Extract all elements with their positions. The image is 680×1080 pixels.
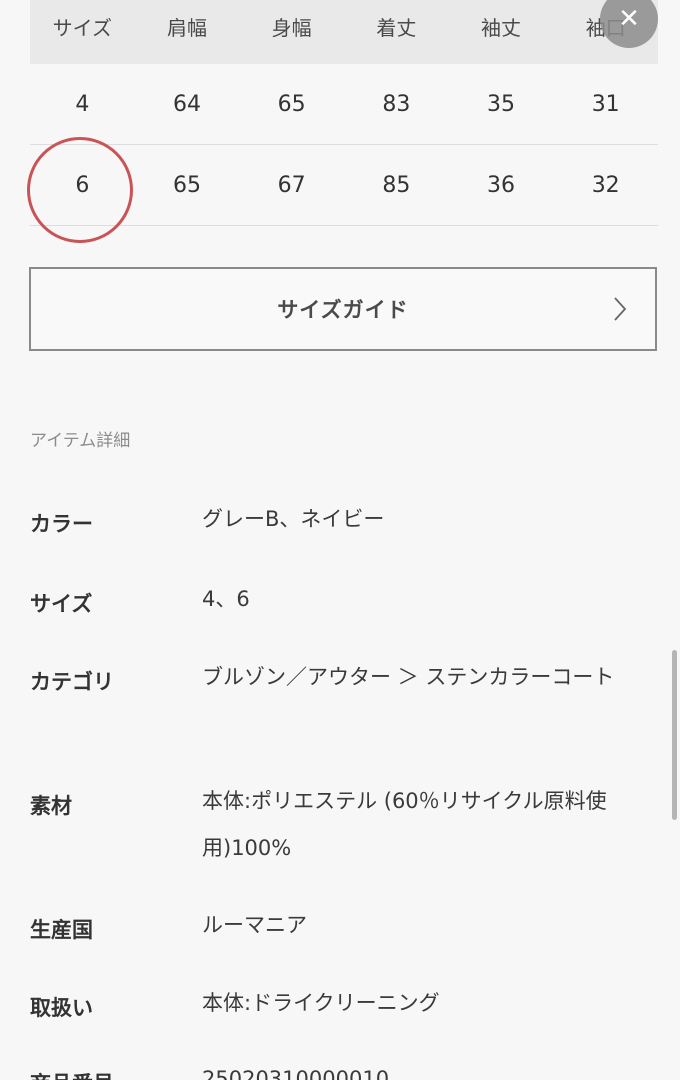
size-table-header: サイズ 肩幅 身幅 着丈 袖丈 袖口 <box>30 0 658 64</box>
size-table: サイズ 肩幅 身幅 着丈 袖丈 袖口 4 64 65 83 35 31 6 65… <box>30 0 658 226</box>
detail-value: 本体:ポリエステル (60％リサイクル原料使用)100% <box>202 789 607 860</box>
scrollbar[interactable] <box>672 650 677 820</box>
detail-value: ルーマニア <box>202 913 307 937</box>
chevron-right-icon <box>614 297 627 321</box>
header-shoulder-width: 肩幅 <box>167 16 207 40</box>
item-details-title: アイテム詳細 <box>30 431 131 451</box>
table-cell: 31 <box>591 91 620 117</box>
detail-value: 本体:ドライクリーニング <box>202 991 440 1015</box>
detail-label: 取扱い <box>30 996 93 1020</box>
size-guide-label: サイズガイド <box>277 298 409 322</box>
table-cell: 4 <box>75 91 90 117</box>
table-cell: 65 <box>173 172 201 198</box>
detail-value: 4、6 <box>202 587 250 611</box>
header-size: サイズ <box>52 16 113 40</box>
table-row: 4 64 65 83 35 31 <box>30 64 658 145</box>
detail-label: 商品番号 <box>30 1068 114 1080</box>
detail-value: 25020310000010 <box>202 1067 390 1080</box>
table-cell: 32 <box>591 172 620 198</box>
header-sleeve-length: 袖丈 <box>481 16 522 40</box>
table-cell: 6 <box>75 172 90 198</box>
header-body-width: 身幅 <box>271 16 312 40</box>
table-cell: 85 <box>382 172 411 198</box>
product-size-page: サイズ 肩幅 身幅 着丈 袖丈 袖口 4 64 65 83 35 31 6 65… <box>0 0 680 1080</box>
table-cell: 65 <box>277 91 306 117</box>
detail-value: グレーB、ネイビー <box>202 507 385 531</box>
table-cell: 64 <box>173 91 201 117</box>
table-cell: 35 <box>487 91 516 117</box>
table-cell: 67 <box>277 172 306 198</box>
detail-label: カラー <box>30 512 93 536</box>
detail-value[interactable]: ブルゾン／アウター ＞ ステンカラーコート <box>202 654 662 701</box>
close-icon: ✕ <box>618 4 640 34</box>
detail-label: 素材 <box>30 794 72 818</box>
detail-label: サイズ <box>30 592 93 616</box>
header-length: 着丈 <box>376 16 417 40</box>
table-cell: 36 <box>487 172 516 198</box>
size-guide-button[interactable]: サイズガイド <box>29 267 657 351</box>
table-row: 6 65 67 85 36 32 <box>30 145 658 226</box>
detail-label: カテゴリ <box>30 670 114 694</box>
detail-label: 生産国 <box>30 918 93 942</box>
table-cell: 83 <box>382 91 411 117</box>
